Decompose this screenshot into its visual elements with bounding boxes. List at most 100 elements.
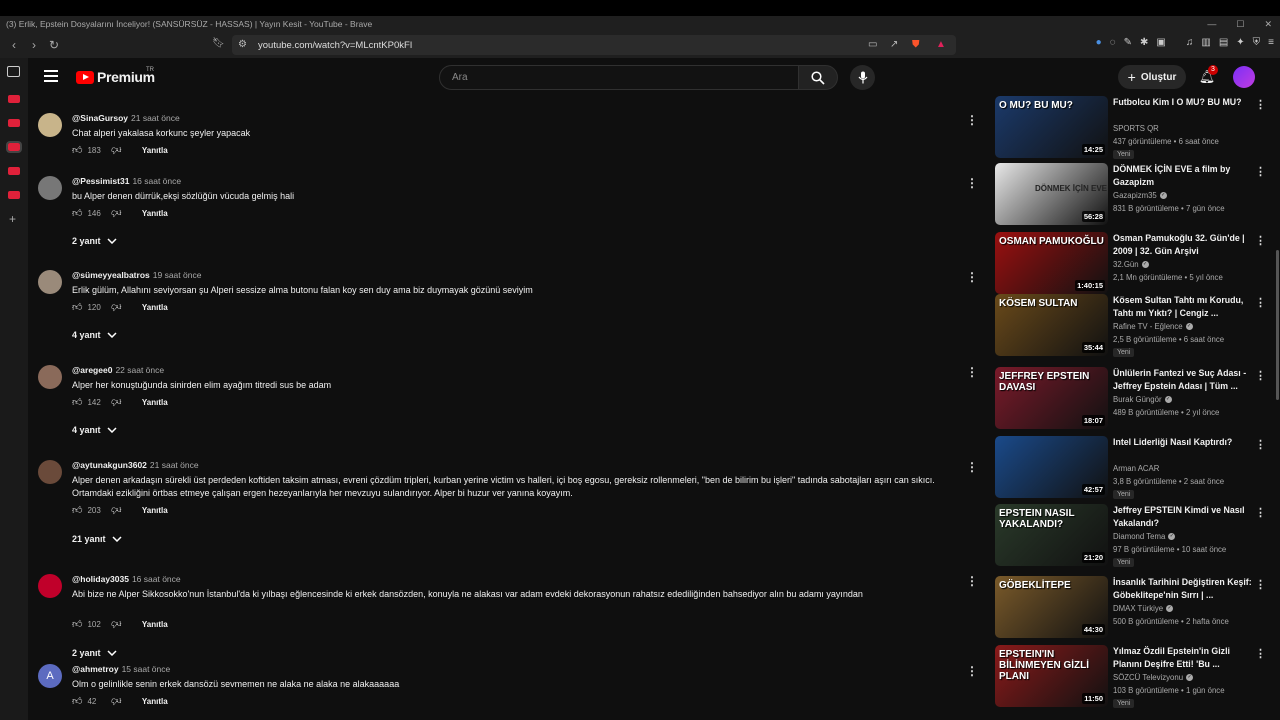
commenter-handle[interactable]: @aregee0 [72,365,112,375]
sidebar-panel-icon[interactable] [7,66,20,77]
reply-button[interactable]: Yanıtla [142,697,168,706]
video-title[interactable]: Yılmaz Özdil Epstein'in Gizli Planını De… [1113,645,1253,671]
video-more-icon[interactable]: ⋮ [1255,647,1266,660]
comment-more-icon[interactable]: ⋮ [966,113,978,127]
share-icon[interactable]: ↗ [890,39,898,50]
extension-icon[interactable]: ◌ [1110,37,1116,48]
commenter-handle[interactable]: @Pessimist31 [72,176,129,186]
video-more-icon[interactable]: ⋮ [1255,506,1266,519]
video-thumbnail[interactable]: OSMAN PAMUKOĞLU 1:40:15 [995,232,1108,294]
youtube-tab-icon[interactable] [8,119,20,127]
video-title[interactable]: Osman Pamukoğlu 32. Gün'de | 2009 | 32. … [1113,232,1253,258]
address-bar[interactable]: ⚙︎ youtube.com/watch?v=MLcntKP0kFI ▭ ↗ ⛊… [232,35,956,55]
search-button[interactable] [798,65,838,90]
comment-more-icon[interactable]: ⋮ [966,574,978,588]
extension-icon[interactable]: ● [1096,37,1102,48]
forward-icon[interactable]: › [24,35,44,55]
view-replies-button[interactable]: 2 yanıt [72,648,117,658]
site-info-icon[interactable]: ⚙︎ [238,39,247,50]
comment-time[interactable]: 15 saat önce [122,664,171,674]
reply-button[interactable]: Yanıtla [142,620,168,629]
music-icon[interactable]: ♫ [1186,37,1194,48]
video-thumbnail[interactable]: 42:57 [995,436,1108,498]
dislike-icon[interactable]: 👍︎ [111,144,121,156]
video-more-icon[interactable]: ⋮ [1255,369,1266,382]
comment-more-icon[interactable]: ⋮ [966,460,978,474]
video-channel[interactable]: Gazapizm35 ✓ [1113,191,1167,200]
reply-button[interactable]: Yanıtla [142,506,168,515]
comment-time[interactable]: 21 saat önce [150,460,199,470]
brave-shield-icon[interactable]: ⛊ [912,39,920,50]
comment-more-icon[interactable]: ⋮ [966,270,978,284]
video-title[interactable]: Intel Liderliği Nasıl Kaptırdı? [1113,436,1253,449]
video-channel[interactable]: Burak Güngör ✓ [1113,395,1172,404]
video-thumbnail[interactable]: GÖBEKLİTEPE 44:30 [995,576,1108,638]
cast-icon[interactable]: ▭ [868,39,877,50]
add-tab-icon[interactable]: + [9,212,16,226]
video-channel[interactable]: SÖZCÜ Televizyonu ✓ [1113,673,1194,682]
bookmark-icon[interactable]: 🔖︎ [212,38,225,49]
reply-button[interactable]: Yanıtla [142,398,168,407]
sidebar-toggle-icon[interactable]: ▥ [1201,37,1210,48]
extension-icon[interactable]: ✎ [1124,37,1132,48]
video-title[interactable]: Jeffrey EPSTEIN Kimdi ve Nasıl Yakalandı… [1113,504,1253,530]
commenter-handle[interactable]: @holiday3035 [72,574,129,584]
video-title[interactable]: İnsanlık Tarihini Değiştiren Keşif: Göbe… [1113,576,1253,602]
view-replies-button[interactable]: 4 yanıt [72,425,117,435]
like-icon[interactable]: 👍︎ [72,144,82,156]
view-replies-button[interactable]: 2 yanıt [72,236,117,246]
reply-button[interactable]: Yanıtla [142,303,168,312]
reply-button[interactable]: Yanıtla [142,209,168,218]
video-title[interactable]: Futbolcu Kim I O MU? BU MU? [1113,96,1253,109]
video-title[interactable]: Kösem Sultan Tahtı mı Korudu, Tahtı mı Y… [1113,294,1253,320]
video-channel[interactable]: Arman ACAR [1113,464,1159,473]
video-more-icon[interactable]: ⋮ [1255,234,1266,247]
video-channel[interactable]: Diamond Tema ✓ [1113,532,1176,541]
youtube-tab-icon[interactable] [8,167,20,175]
commenter-avatar[interactable]: A [38,664,62,688]
like-icon[interactable]: 👍︎ [72,618,82,630]
comment-more-icon[interactable]: ⋮ [966,365,978,379]
video-title[interactable]: Ünlülerin Fantezi ve Suç Adası - Jeffrey… [1113,367,1253,393]
video-more-icon[interactable]: ⋮ [1255,98,1266,111]
puzzle-icon[interactable]: ✱ [1140,37,1148,48]
dislike-icon[interactable]: 👍︎ [111,618,121,630]
dislike-icon[interactable]: 👍︎ [111,207,121,219]
search-input[interactable]: Ara [439,65,799,90]
video-more-icon[interactable]: ⋮ [1255,438,1266,451]
video-channel[interactable]: Rafine TV - Eğlence ✓ [1113,322,1193,331]
video-more-icon[interactable]: ⋮ [1255,165,1266,178]
voice-search-button[interactable] [850,65,875,90]
dislike-icon[interactable]: 👍︎ [111,504,121,516]
close-icon[interactable]: ✕ [1264,16,1272,32]
minimize-icon[interactable]: — [1207,16,1216,32]
video-channel[interactable]: DMAX Türkiye ✓ [1113,604,1174,613]
commenter-avatar[interactable] [38,460,62,484]
wallet-icon[interactable]: ▤ [1219,37,1228,48]
video-more-icon[interactable]: ⋮ [1255,296,1266,309]
like-icon[interactable]: 👍︎ [72,504,82,516]
video-channel[interactable]: 32.Gün ✓ [1113,260,1149,269]
youtube-tab-icon[interactable] [8,191,20,199]
youtube-tab-icon[interactable] [8,95,20,103]
leo-icon[interactable]: ✦ [1236,37,1244,48]
commenter-avatar[interactable] [38,574,62,598]
youtube-logo[interactable]: Premium TR [76,67,155,85]
reload-icon[interactable]: ↻ [44,35,64,55]
video-title[interactable]: DÖNMEK İÇİN EVE a film by Gazapizm [1113,163,1253,189]
commenter-avatar[interactable] [38,176,62,200]
video-more-icon[interactable]: ⋮ [1255,578,1266,591]
maximize-icon[interactable]: ☐ [1236,16,1244,32]
commenter-handle[interactable]: @sümeyyealbatros [72,270,150,280]
video-thumbnail[interactable]: JEFFREY EPSTEIN DAVASI 18:07 [995,367,1108,429]
view-replies-button[interactable]: 4 yanıt [72,330,117,340]
back-icon[interactable]: ‹ [4,35,24,55]
comment-time[interactable]: 19 saat önce [153,270,202,280]
comment-more-icon[interactable]: ⋮ [966,176,978,190]
brave-rewards-icon[interactable]: ▲ [936,39,946,50]
comment-time[interactable]: 22 saat önce [115,365,164,375]
video-thumbnail[interactable]: O MU? BU MU? 14:25 [995,96,1108,158]
video-thumbnail[interactable]: EPSTEIN'IN BİLİNMEYEN GİZLİ PLANI 11:50 [995,645,1108,707]
comment-time[interactable]: 21 saat önce [131,113,180,123]
video-thumbnail[interactable]: DÖNMEK İÇİN EVE 56:28 [995,163,1108,225]
